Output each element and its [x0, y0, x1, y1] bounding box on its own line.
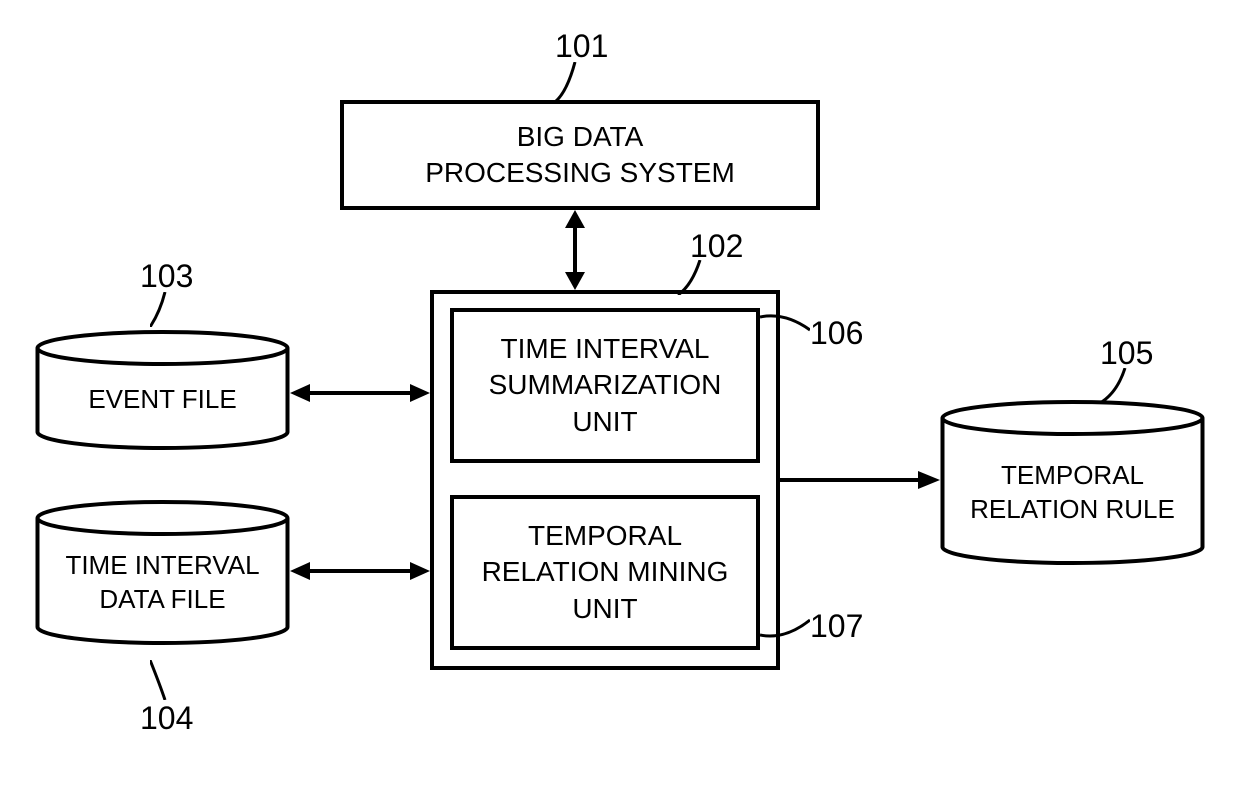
ref-101: 101	[555, 28, 608, 65]
block-diagram: 101 BIG DATA PROCESSING SYSTEM 102 TIME …	[0, 0, 1239, 790]
ref-105: 105	[1100, 335, 1153, 372]
arrow-eventfile-container	[290, 378, 430, 408]
arrow-timedata-container	[290, 556, 430, 586]
arrow-container-rule	[780, 465, 940, 495]
ref-104: 104	[140, 700, 193, 737]
ref-106: 106	[810, 315, 863, 352]
leader-103	[150, 292, 180, 327]
event-file-cylinder: EVENT FILE	[35, 330, 290, 450]
leader-106	[760, 312, 810, 337]
mining-label: TEMPORAL RELATION MINING UNIT	[482, 518, 729, 627]
summarization-label: TIME INTERVAL SUMMARIZATION UNIT	[489, 331, 722, 440]
bigdata-system-box: BIG DATA PROCESSING SYSTEM	[340, 100, 820, 210]
temporal-rule-cylinder: TEMPORAL RELATION RULE	[940, 400, 1205, 565]
leader-105	[1095, 368, 1135, 403]
bigdata-label: BIG DATA PROCESSING SYSTEM	[425, 119, 735, 192]
mining-unit-box: TEMPORAL RELATION MINING UNIT	[450, 495, 760, 650]
arrow-bigdata-container	[555, 210, 595, 290]
temporal-rule-label: TEMPORAL RELATION RULE	[970, 439, 1175, 527]
ref-103: 103	[140, 258, 193, 295]
leader-104	[150, 660, 180, 700]
leader-107	[760, 615, 810, 640]
time-data-label: TIME INTERVAL DATA FILE	[65, 529, 259, 617]
event-file-label: EVENT FILE	[88, 363, 236, 417]
leader-101	[545, 62, 585, 102]
time-data-cylinder: TIME INTERVAL DATA FILE	[35, 500, 290, 645]
summarization-unit-box: TIME INTERVAL SUMMARIZATION UNIT	[450, 308, 760, 463]
ref-107: 107	[810, 608, 863, 645]
